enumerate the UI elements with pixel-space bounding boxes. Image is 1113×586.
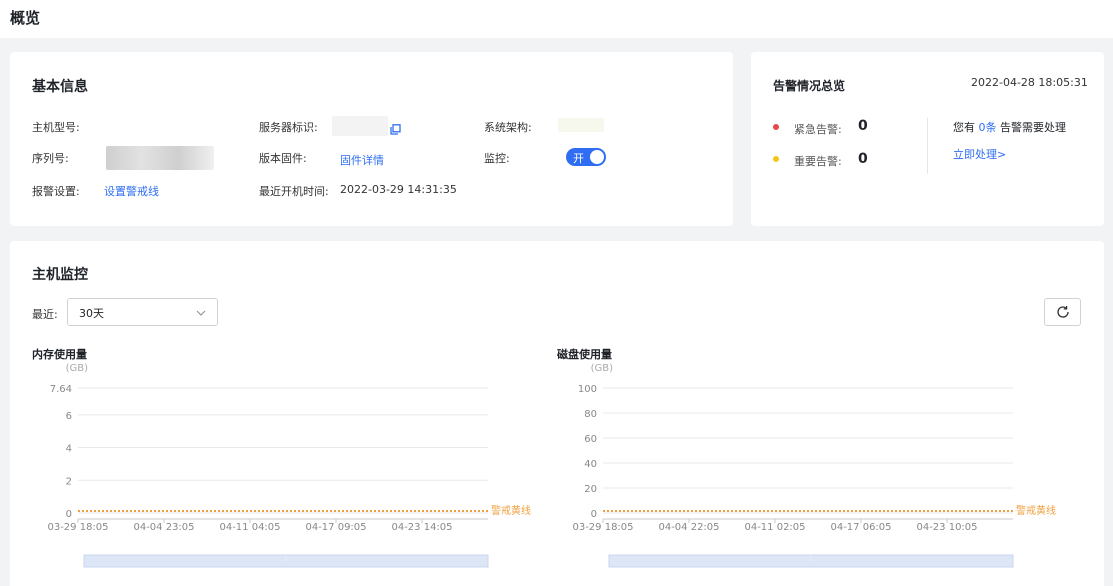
page-header: 概览 <box>0 0 1113 38</box>
y-tick-label: 80 <box>584 409 597 420</box>
monitor-label: 监控: <box>484 152 510 165</box>
pending-count[interactable]: 0条 <box>979 121 997 134</box>
toggle-knob <box>590 150 604 164</box>
last-boot-label: 最近开机时间: <box>259 185 329 198</box>
arch-value-redacted <box>558 118 604 132</box>
y-tick-label: 2 <box>66 476 72 487</box>
x-tick-label: 04-04 22:05 <box>658 522 719 533</box>
x-tick-label: 04-23 14:05 <box>391 522 452 533</box>
refresh-button[interactable] <box>1044 298 1081 326</box>
firmware-label: 版本固件: <box>259 152 307 165</box>
set-alarm-line-link[interactable]: 设置警戒线 <box>104 183 159 199</box>
important-label: 重要告警: <box>794 155 842 168</box>
urgent-dot <box>773 124 779 130</box>
x-tick-label: 04-11 04:05 <box>219 522 280 533</box>
handle-now-link[interactable]: 立即处理> <box>953 146 1006 162</box>
monitor-toggle-text: 开 <box>573 152 584 165</box>
y-tick-label: 0 <box>66 509 72 520</box>
page-title: 概览 <box>10 9 41 27</box>
important-dot <box>773 156 779 162</box>
pending-suffix: 告警需要处理 <box>1000 121 1066 134</box>
server-id-label: 服务器标识: <box>259 121 318 134</box>
monitor-toggle[interactable]: 开 <box>566 148 606 166</box>
alarm-overview-title: 告警情况总览 <box>773 79 846 93</box>
memory-usage-chart: (GB) 7.64 6 4 2 0 03-29 18:05 04-04 23:05 04-11 … <box>47 363 531 568</box>
y-tick-label: 6 <box>66 411 72 422</box>
y-tick-label: 100 <box>578 384 597 395</box>
pending-alarm-text: 您有 0条 告警需要处理 <box>953 119 1066 135</box>
x-tick-label: 04-17 09:05 <box>305 522 366 533</box>
x-tick-label: 04-11 02:05 <box>744 522 805 533</box>
y-tick-label: 7.64 <box>50 384 72 395</box>
y-unit-label: (GB) <box>66 363 89 374</box>
range-select-value: 30天 <box>79 307 104 320</box>
arch-label: 系统架构: <box>484 121 532 134</box>
alarm-divider <box>927 118 928 174</box>
y-tick-label: 40 <box>584 459 597 470</box>
refresh-icon <box>1057 306 1069 318</box>
disk-usage-chart: (GB) 100 80 60 40 20 0 03-29 18:05 04-04 22:05 04… <box>572 363 1056 568</box>
x-tick-label: 03-29 18:05 <box>572 522 633 533</box>
y-tick-label: 4 <box>66 444 72 455</box>
range-label: 最近: <box>32 308 58 321</box>
y-tick-label: 0 <box>591 509 597 520</box>
y-unit-label: (GB) <box>591 363 614 374</box>
serial-value-redacted <box>106 146 214 170</box>
threshold-label: 警戒黄线 <box>1016 504 1056 517</box>
basic-info-title: 基本信息 <box>32 79 88 95</box>
alarm-overview-card: 告警情况总览 2022-04-28 18:05:31 紧急告警: 0 重要告警:… <box>751 52 1104 226</box>
alarm-setting-label: 报警设置: <box>32 185 80 198</box>
chevron-down-icon <box>195 304 207 323</box>
y-tick-label: 20 <box>584 484 597 495</box>
firmware-details-link[interactable]: 固件详情 <box>340 152 384 168</box>
serial-label: 序列号: <box>32 152 69 165</box>
range-select[interactable]: 30天 <box>67 298 218 326</box>
urgent-count: 0 <box>858 118 868 134</box>
x-tick-label: 03-29 18:05 <box>47 522 108 533</box>
pending-prefix: 您有 <box>953 121 975 134</box>
x-tick-label: 04-04 23:05 <box>133 522 194 533</box>
basic-info-card: 基本信息 主机型号: 序列号: 报警设置: 设置警戒线 服务器标识: 版本固件:… <box>10 52 733 226</box>
host-model-label: 主机型号: <box>32 121 80 134</box>
x-tick-label: 04-23 10:05 <box>916 522 977 533</box>
alarm-timestamp: 2022-04-28 18:05:31 <box>971 76 1088 89</box>
last-boot-value: 2022-03-29 14:31:35 <box>340 183 457 196</box>
copy-icon[interactable] <box>390 120 401 139</box>
zoom-slider-handle: ⋮ <box>808 555 815 563</box>
x-tick-label: 04-17 06:05 <box>830 522 891 533</box>
zoom-slider-handle: ⋮ <box>283 555 290 563</box>
urgent-label: 紧急告警: <box>794 123 842 136</box>
important-count: 0 <box>858 151 868 167</box>
host-monitor-title: 主机监控 <box>32 267 88 283</box>
server-id-redacted <box>332 116 388 136</box>
y-tick-label: 60 <box>584 434 597 445</box>
